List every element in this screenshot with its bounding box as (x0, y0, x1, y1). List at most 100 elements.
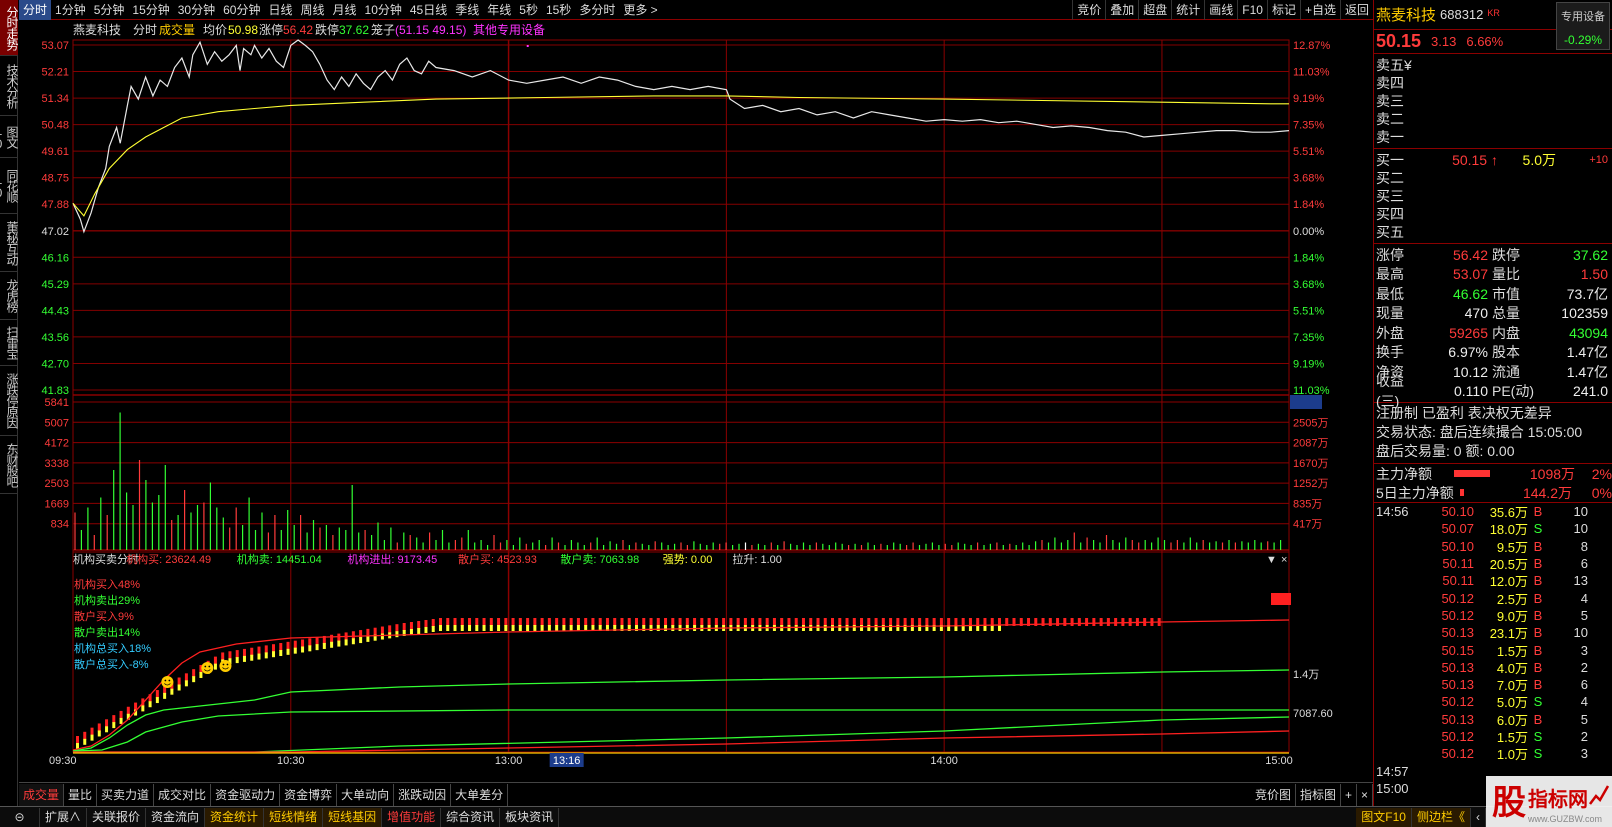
inst-buy-bar (751, 618, 755, 626)
tick-count: 4 (1580, 694, 1588, 710)
period-multi-intraday[interactable]: 多分时 (575, 0, 619, 20)
indicator-chart-button[interactable]: 指标图 (1296, 783, 1341, 806)
sb-expand[interactable]: 扩展∧ (40, 807, 88, 827)
inst-buy-bar (395, 624, 399, 633)
period-intraday[interactable]: 分时 (19, 0, 52, 20)
chart-box-value: (51.15 49.15) (395, 23, 466, 37)
price-axis-label: 53.07 (41, 40, 69, 52)
intraday-chart-area[interactable]: 燕麦科技 分时 成交量 均价 50.98 涨停 56.42 跌停 37.62 笼… (19, 20, 1373, 782)
inst-buy-bar (279, 643, 283, 652)
vtab-intraday[interactable]: 分时走势 (0, 0, 18, 56)
tick-side: S (1533, 746, 1543, 762)
chart-limitdown-label: 跌停 (315, 22, 339, 37)
industry-name: 专用设备 (1561, 11, 1605, 23)
inst-sell-bar (482, 625, 486, 631)
inst-buy-bar (453, 618, 457, 626)
tool-add-watchlist[interactable]: +自选 (1299, 0, 1340, 20)
tick-volume: 5.0万 (1496, 695, 1528, 711)
vtab-dragon-tiger[interactable]: 龙虎榜 (0, 272, 18, 320)
itab-big-order[interactable]: 大单动向 (337, 783, 395, 806)
inst-sell-bar (351, 638, 355, 645)
inst-buy-bar (337, 633, 341, 642)
vtab-mine-sweep[interactable]: 扫雷宝 (0, 320, 18, 366)
tool-stats[interactable]: 统计 (1171, 0, 1204, 20)
itab-buy-sell-force[interactable]: 买卖力道 (97, 783, 155, 806)
period-monthly[interactable]: 月线 (329, 0, 361, 20)
inst-buy-bar (1271, 593, 1291, 605)
inst-buy-bar (627, 618, 631, 626)
sb-short-sentiment[interactable]: 短线情绪 (264, 807, 324, 827)
close-indicator-button[interactable]: × (1357, 783, 1373, 806)
tool-draw[interactable]: 画线 (1204, 0, 1237, 20)
tick-price: 50.13 (1441, 625, 1474, 641)
stock-name[interactable]: 燕麦科技 (1376, 4, 1436, 25)
period-5min[interactable]: 5分钟 (90, 0, 129, 20)
tool-overlay[interactable]: 叠加 (1105, 0, 1138, 20)
tool-back[interactable]: 返回 (1339, 0, 1373, 20)
period-more[interactable]: 更多 > (619, 0, 661, 20)
inst-buy-bar (562, 618, 566, 626)
vtab-tuwen10[interactable]: 图文10 (0, 116, 18, 158)
tick-count: 8 (1580, 538, 1588, 554)
sb-sector-news[interactable]: 板块资讯 (500, 807, 560, 827)
stat-value2: 43094 (1569, 324, 1608, 341)
inst-sell-bar (184, 680, 188, 687)
sb-short-gene[interactable]: 短线基因 (323, 807, 383, 827)
itab-big-order-diff[interactable]: 大单差分 (451, 783, 509, 806)
period-yearly[interactable]: 年线 (483, 0, 515, 20)
sb-news[interactable]: 综合资讯 (441, 807, 501, 827)
period-15min[interactable]: 15分钟 (128, 0, 173, 20)
period-30min[interactable]: 30分钟 (174, 0, 219, 20)
tick-price: 50.10 (1441, 504, 1474, 520)
vtab-ths10[interactable]: 同花顺10 (0, 158, 18, 214)
add-indicator-button[interactable]: + (1341, 783, 1357, 806)
tick-side: B (1533, 556, 1543, 572)
sb-related-quote[interactable]: 关联报价 (87, 807, 147, 827)
period-45day[interactable]: 45日线 (406, 0, 451, 20)
price-axis-label: 45.29 (41, 279, 69, 291)
itab-limit-driver[interactable]: 涨跌动因 (394, 783, 452, 806)
sb-value-added[interactable]: 增值功能 (382, 807, 442, 827)
tick-price: 50.10 (1441, 538, 1474, 554)
vtab-limit-reason[interactable]: 涨跌停原因 (0, 366, 18, 436)
tool-auction[interactable]: 竞价 (1072, 0, 1105, 20)
tick-list: 14:56 50.10 35.6万 B 10 50.07 18.0万 S 10 50.10 9.5万… (1374, 503, 1612, 797)
tick-volume: 6.0万 (1496, 712, 1528, 728)
inst-buy-bar (794, 618, 798, 626)
sb-f10[interactable]: 图文F10 (1356, 807, 1412, 827)
period-10min[interactable]: 10分钟 (361, 0, 406, 20)
period-quarterly[interactable]: 季线 (451, 0, 483, 20)
itab-fund-drive[interactable]: 资金驱动力 (211, 783, 281, 806)
sb-fund-flow[interactable]: 资金流向 (146, 807, 206, 827)
inst-buy-bar (642, 618, 646, 626)
intraday-chart-svg[interactable]: 燕麦科技 分时 成交量 均价 50.98 涨停 56.42 跌停 37.62 笼… (19, 20, 1373, 782)
sb-fund-stats[interactable]: 资金统计 (205, 807, 265, 827)
inst-buy-bar (896, 618, 900, 626)
inst-buy-bar (373, 627, 377, 636)
period-daily[interactable]: 日线 (264, 0, 296, 20)
sb-collapse[interactable]: ‹ (1471, 807, 1486, 827)
indicator-close-icon[interactable]: × (1281, 554, 1287, 566)
tool-f10[interactable]: F10 (1237, 0, 1267, 20)
period-15sec[interactable]: 15秒 (542, 0, 575, 20)
tool-mark[interactable]: 标记 (1266, 0, 1300, 20)
period-weekly[interactable]: 周线 (296, 0, 328, 20)
itab-deal-compare[interactable]: 成交对比 (154, 783, 212, 806)
itab-volume[interactable]: 成交量 (19, 783, 65, 806)
sb-sidebar[interactable]: 侧边栏《 (1411, 807, 1471, 827)
tool-super[interactable]: 超盘 (1138, 0, 1171, 20)
period-1min[interactable]: 1分钟 (51, 0, 90, 20)
vtab-secretary[interactable]: 董秘互动 (0, 214, 18, 272)
itab-fund-game[interactable]: 资金博弈 (280, 783, 338, 806)
industry-box[interactable]: 专用设备 -0.29% (1556, 2, 1610, 50)
auction-chart-button[interactable]: 竞价图 (1251, 783, 1296, 806)
vtab-guba[interactable]: 东财股吧 (0, 436, 18, 494)
period-60min[interactable]: 60分钟 (219, 0, 264, 20)
inst-buy-bar (192, 669, 196, 678)
itab-volume-ratio[interactable]: 量比 (64, 783, 98, 806)
volume-axis-right-label: 1670万 (1293, 458, 1328, 470)
vtab-tech-analysis[interactable]: 技术分析 (0, 56, 18, 116)
period-5sec[interactable]: 5秒 (515, 0, 542, 20)
indicator-collapse-icon[interactable]: ▼ (1266, 554, 1277, 566)
toggle-icon[interactable]: ⊝ (0, 807, 40, 827)
